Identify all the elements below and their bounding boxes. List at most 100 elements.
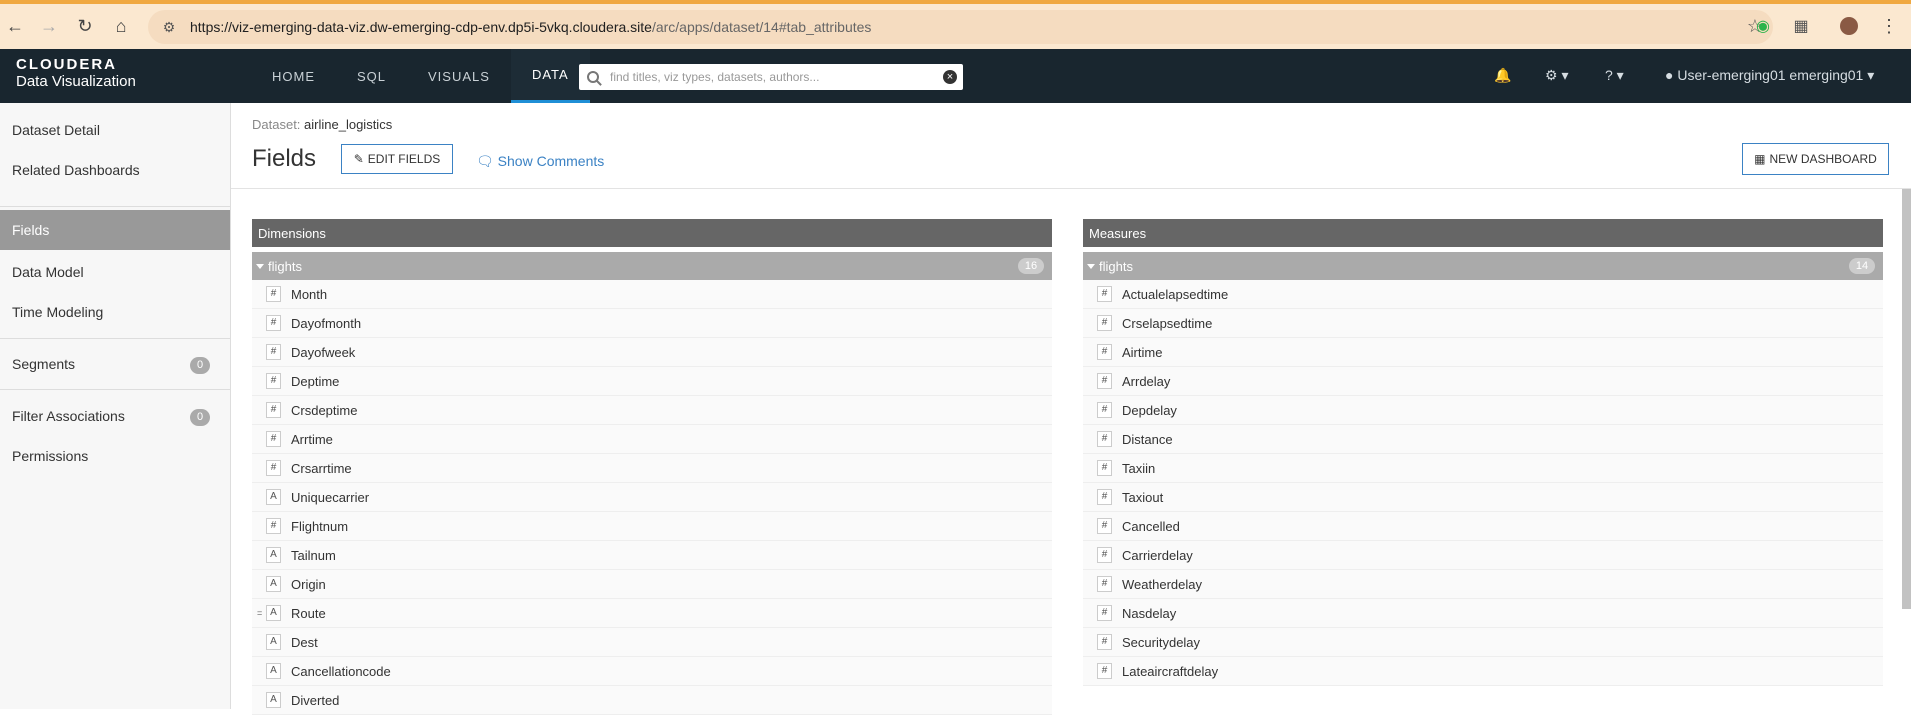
numeric-type-icon: # bbox=[266, 373, 281, 389]
field-row[interactable]: # Airtime bbox=[1083, 338, 1883, 367]
sidebar-item-time-modeling[interactable]: Time Modeling bbox=[0, 292, 230, 332]
scrollbar[interactable] bbox=[1902, 189, 1911, 609]
field-name: Route bbox=[291, 605, 326, 621]
app-header: CLOUDERA Data Visualization HOME SQL VIS… bbox=[0, 49, 1911, 103]
numeric-type-icon: # bbox=[1097, 634, 1112, 650]
field-row[interactable]: # Flightnum bbox=[252, 512, 1052, 541]
extensions-puzzle-icon[interactable]: ▦ bbox=[1790, 13, 1812, 39]
field-name: Dayofweek bbox=[291, 344, 356, 360]
field-row[interactable]: # Actualelapsedtime bbox=[1083, 280, 1883, 309]
dashboard-icon: ▦ bbox=[1754, 152, 1766, 166]
field-row[interactable]: # Deptime bbox=[252, 367, 1052, 396]
field-row[interactable]: # Arrdelay bbox=[1083, 367, 1883, 396]
new-dashboard-button[interactable]: ▦ NEW DASHBOARD bbox=[1742, 143, 1889, 175]
back-icon[interactable]: ← bbox=[2, 13, 28, 39]
browser-menu-icon[interactable]: ⋮ bbox=[1878, 13, 1900, 39]
dimensions-field-list: # Month # Dayofmonth # Dayofweek # Deptime # Crsd… bbox=[252, 280, 1052, 715]
numeric-type-icon: # bbox=[1097, 663, 1112, 679]
field-row[interactable]: # Arrtime bbox=[252, 425, 1052, 454]
numeric-type-icon: # bbox=[1097, 460, 1112, 476]
measures-group-flights[interactable]: flights 14 bbox=[1083, 252, 1883, 280]
edit-fields-button[interactable]: ✎ EDIT FIELDS bbox=[341, 144, 453, 174]
reload-icon[interactable]: ↻ bbox=[72, 13, 98, 39]
field-row[interactable]: # Crsarrtime bbox=[252, 454, 1052, 483]
settings-gear-icon[interactable]: ⚙ ▾ bbox=[1545, 67, 1568, 84]
sidebar-item-related-dashboards[interactable]: Related Dashboards bbox=[0, 150, 230, 190]
field-row[interactable]: = A Route bbox=[252, 599, 1052, 628]
field-row[interactable]: A Cancellationcode bbox=[252, 657, 1052, 686]
help-icon[interactable]: ? ▾ bbox=[1605, 67, 1624, 84]
field-name: Carrierdelay bbox=[1122, 547, 1193, 563]
field-name: Lateaircraftdelay bbox=[1122, 663, 1219, 679]
nav-home[interactable]: HOME bbox=[251, 49, 336, 103]
user-menu[interactable]: ● User-emerging01 emerging01 ▾ bbox=[1665, 67, 1874, 84]
field-row[interactable]: A Diverted bbox=[252, 686, 1052, 715]
field-row[interactable]: # Nasdelay bbox=[1083, 599, 1883, 628]
sidebar-item-filter-associations[interactable]: Filter Associations 0 bbox=[0, 396, 230, 436]
text-type-icon: A bbox=[266, 489, 281, 505]
nav-data[interactable]: DATA bbox=[510, 49, 590, 103]
numeric-type-icon: # bbox=[266, 518, 281, 534]
field-row[interactable]: # Crselapsedtime bbox=[1083, 309, 1883, 338]
home-icon[interactable]: ⌂ bbox=[108, 13, 134, 39]
field-row[interactable]: # Dayofweek bbox=[252, 338, 1052, 367]
forward-icon[interactable]: → bbox=[36, 13, 62, 39]
sidebar-item-dataset-detail[interactable]: Dataset Detail bbox=[0, 110, 230, 150]
measures-panel: Measures flights 14 # Actualelapsedtime # C… bbox=[1083, 219, 1883, 686]
dimensions-group-flights[interactable]: flights 16 bbox=[252, 252, 1052, 280]
sidebar-item-data-model[interactable]: Data Model bbox=[0, 252, 230, 292]
numeric-type-icon: # bbox=[266, 402, 281, 418]
text-type-icon: A bbox=[266, 663, 281, 679]
address-bar[interactable]: ⚙ https://viz-emerging-data-viz.dw-emerg… bbox=[148, 10, 1773, 44]
field-row[interactable]: # Weatherdelay bbox=[1083, 570, 1883, 599]
sidebar-item-fields[interactable]: Fields bbox=[0, 210, 230, 250]
numeric-type-icon: # bbox=[1097, 373, 1112, 389]
field-row[interactable]: A Dest bbox=[252, 628, 1052, 657]
field-row[interactable]: # Month bbox=[252, 280, 1052, 309]
dimensions-header: Dimensions bbox=[252, 219, 1052, 247]
url-text[interactable]: https://viz-emerging-data-viz.dw-emergin… bbox=[190, 19, 871, 35]
nav-visuals[interactable]: VISUALS bbox=[407, 49, 511, 103]
field-row[interactable]: # Depdelay bbox=[1083, 396, 1883, 425]
field-row[interactable]: # Cancelled bbox=[1083, 512, 1883, 541]
search-input[interactable] bbox=[608, 69, 932, 85]
cloudera-logo[interactable]: CLOUDERA Data Visualization bbox=[16, 57, 136, 91]
sidebar-item-permissions[interactable]: Permissions bbox=[0, 436, 230, 476]
field-row[interactable]: # Carrierdelay bbox=[1083, 541, 1883, 570]
field-name: Deptime bbox=[291, 373, 340, 389]
field-row[interactable]: # Taxiout bbox=[1083, 483, 1883, 512]
nav-sql[interactable]: SQL bbox=[336, 49, 407, 103]
browser-toolbar: ← → ↻ ⌂ ⚙ https://viz-emerging-data-viz.… bbox=[0, 0, 1911, 49]
field-name: Arrtime bbox=[291, 431, 333, 447]
field-row[interactable]: A Uniquecarrier bbox=[252, 483, 1052, 512]
profile-avatar[interactable] bbox=[1838, 13, 1860, 39]
dataset-breadcrumb: Dataset: airline_logistics bbox=[252, 117, 393, 132]
field-name: Tailnum bbox=[291, 547, 336, 563]
field-row[interactable]: # Lateaircraftdelay bbox=[1083, 657, 1883, 686]
extension-eye-icon[interactable]: ◉ bbox=[1752, 13, 1774, 39]
numeric-type-icon: # bbox=[1097, 431, 1112, 447]
chevron-down-icon: ▾ bbox=[1867, 67, 1875, 83]
field-row[interactable]: # Dayofmonth bbox=[252, 309, 1052, 338]
sidebar-item-segments[interactable]: Segments 0 bbox=[0, 344, 230, 384]
notifications-bell-icon[interactable]: 🔔 bbox=[1494, 67, 1511, 84]
field-row[interactable]: # Securitydelay bbox=[1083, 628, 1883, 657]
global-search: × bbox=[579, 64, 963, 90]
header-divider bbox=[231, 188, 1911, 189]
field-row[interactable]: A Tailnum bbox=[252, 541, 1052, 570]
numeric-type-icon: # bbox=[1097, 286, 1112, 302]
dataset-sidebar: Dataset Detail Related Dashboards Fields… bbox=[0, 103, 231, 709]
top-nav: HOME SQL VISUALS DATA bbox=[251, 49, 590, 103]
field-row[interactable]: # Crsdeptime bbox=[252, 396, 1052, 425]
site-info-icon[interactable]: ⚙ bbox=[158, 16, 180, 38]
numeric-type-icon: # bbox=[1097, 344, 1112, 360]
field-name: Dayofmonth bbox=[291, 315, 362, 331]
field-row[interactable]: A Origin bbox=[252, 570, 1052, 599]
field-name: Dest bbox=[291, 634, 318, 650]
field-row[interactable]: # Distance bbox=[1083, 425, 1883, 454]
field-row[interactable]: # Taxiin bbox=[1083, 454, 1883, 483]
show-comments-link[interactable]: 🗨 Show Comments bbox=[476, 153, 604, 170]
clear-search-icon[interactable]: × bbox=[943, 70, 957, 84]
numeric-type-icon: # bbox=[266, 344, 281, 360]
field-name: Airtime bbox=[1122, 344, 1163, 360]
